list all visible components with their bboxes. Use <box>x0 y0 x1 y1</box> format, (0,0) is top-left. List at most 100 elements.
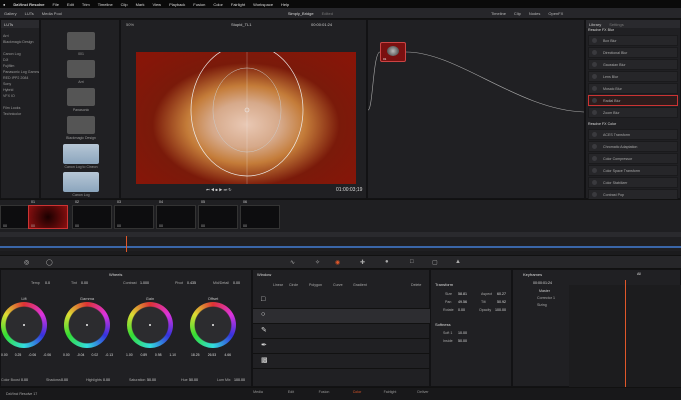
menu-fusion[interactable]: Fusion <box>193 2 205 7</box>
key-icon[interactable]: □ <box>410 259 414 265</box>
menu-file[interactable]: File <box>52 2 58 7</box>
tracker-icon[interactable]: ✚ <box>360 259 365 266</box>
mini-timeline[interactable] <box>0 232 681 237</box>
curves-icon[interactable]: ∿ <box>290 259 295 266</box>
color-wheels-icon[interactable]: ◎ <box>24 259 29 266</box>
fx-item[interactable]: Box Blur <box>588 35 678 46</box>
master-track[interactable]: Master <box>539 289 550 293</box>
timeline-bar[interactable] <box>0 246 681 248</box>
tab-color[interactable]: Color <box>342 390 372 394</box>
inside-value[interactable]: 50.00 <box>458 339 467 343</box>
size-value[interactable]: 58.81 <box>458 292 467 296</box>
middetail-value[interactable]: 0.00 <box>233 281 240 285</box>
offset-wheel[interactable] <box>190 302 236 348</box>
lut-preview-thumb[interactable] <box>63 172 99 192</box>
zoom-level[interactable]: 50% <box>126 22 134 27</box>
qualifier-icon[interactable]: ✧ <box>315 259 320 266</box>
app-menu[interactable]: DaVinci Resolve <box>13 2 44 7</box>
menu-color[interactable]: Color <box>213 2 223 7</box>
keyframe-playhead[interactable] <box>625 280 626 388</box>
curve-tool[interactable]: Curve <box>333 283 343 287</box>
soft1-value[interactable]: 10.00 <box>458 331 467 335</box>
menu-clip[interactable]: Clip <box>121 2 128 7</box>
fx-item[interactable]: Directional Blur <box>588 47 678 58</box>
folder-icon[interactable] <box>67 32 95 50</box>
gradient-tool[interactable]: Gradient <box>353 283 367 287</box>
clip-button[interactable]: Clip <box>514 11 521 16</box>
timeline-button[interactable]: Timeline <box>491 11 506 16</box>
aspect-value[interactable]: 60.27 <box>497 292 506 296</box>
clip-thumbnail[interactable]: 03 00 <box>114 200 154 229</box>
tab-deliver[interactable]: Deliver <box>408 390 438 394</box>
menu-fairlight[interactable]: Fairlight <box>231 2 245 7</box>
menu-trim[interactable]: Trim <box>82 2 90 7</box>
tilt-value[interactable]: 50.92 <box>497 300 506 304</box>
saturation-value[interactable]: 50.00 <box>147 378 156 382</box>
menu-edit[interactable]: Edit <box>67 2 74 7</box>
playhead[interactable] <box>126 236 127 252</box>
colorboost-value[interactable]: 0.00 <box>21 378 28 382</box>
lift-wheel[interactable] <box>1 302 47 348</box>
window-icon[interactable]: ◉ <box>335 259 340 266</box>
clip-thumbnail[interactable]: 02 00 <box>72 200 112 229</box>
folder-icon[interactable] <box>67 60 95 78</box>
tab-fairlight[interactable]: Fairlight <box>375 390 405 394</box>
lut-button[interactable]: LUTs <box>25 11 34 16</box>
sizing-icon[interactable]: ▢ <box>432 259 438 266</box>
media-pool-button[interactable]: Media Pool <box>42 11 62 16</box>
temp-value[interactable]: 0.0 <box>45 281 50 285</box>
fx-item[interactable]: ACES Transform <box>588 129 678 140</box>
sizing-track[interactable]: Sizing <box>537 303 547 307</box>
menu-timeline[interactable]: Timeline <box>98 2 113 7</box>
fx-item[interactable]: Lens Blur <box>588 71 678 82</box>
fx-item[interactable]: Color Space Transform <box>588 165 678 176</box>
gain-wheel[interactable] <box>127 302 173 348</box>
opacity-value[interactable]: 100.00 <box>495 308 506 312</box>
highlights-value[interactable]: 0.00 <box>103 378 110 382</box>
fx-item[interactable]: Gaussian Blur <box>588 59 678 70</box>
clip-thumbnail[interactable]: 05 00 <box>198 200 238 229</box>
menu-playback[interactable]: Playback <box>169 2 185 7</box>
tab-library[interactable]: Library <box>589 22 601 27</box>
rotate-value[interactable]: 0.00 <box>458 308 465 312</box>
menu-mark[interactable]: Mark <box>136 2 145 7</box>
nodes-button[interactable]: Nodes <box>529 11 541 16</box>
keyframe-filter[interactable]: All <box>637 272 641 276</box>
fx-item[interactable]: Zoom Blur <box>588 107 678 118</box>
clip-thumbnail-selected[interactable]: 01 00 <box>28 200 68 229</box>
lut-tree-item[interactable]: Technicolor <box>1 112 39 118</box>
viewer-image[interactable] <box>136 43 356 184</box>
openfx-button[interactable]: OpenFX <box>548 11 563 16</box>
blur-icon[interactable]: ● <box>385 259 389 265</box>
fx-item[interactable]: Color Compressor <box>588 153 678 164</box>
tint-value[interactable]: 0.00 <box>81 281 88 285</box>
pivot-value[interactable]: 0.435 <box>187 281 196 285</box>
window-row[interactable]: ▩ <box>253 354 431 369</box>
menu-help[interactable]: Help <box>281 2 289 7</box>
power-window-overlay[interactable] <box>136 43 356 184</box>
fx-item-selected[interactable]: Radial Blur <box>588 95 678 106</box>
window-row[interactable]: □ <box>253 294 431 309</box>
tab-media[interactable]: Media <box>243 390 273 394</box>
primaries-icon[interactable]: ◯ <box>46 259 53 266</box>
contrast-value[interactable]: 1.000 <box>140 281 149 285</box>
tab-edit[interactable]: Edit <box>276 390 306 394</box>
delete-button[interactable]: Delete <box>411 283 421 287</box>
folder-icon[interactable] <box>67 88 95 106</box>
fx-item[interactable]: Mosaic Blur <box>588 83 678 94</box>
transport-controls[interactable]: ⏮ ◀ ■ ▶ ⏭ ↻ <box>206 187 232 192</box>
3d-icon[interactable]: ▲ <box>455 259 461 265</box>
lut-preview-thumb[interactable] <box>63 144 99 164</box>
pan-value[interactable]: 49.56 <box>458 300 467 304</box>
apple-icon[interactable]: ● <box>3 2 5 7</box>
corrector-track[interactable]: Corrector 1 <box>537 296 555 300</box>
folder-icon[interactable] <box>67 116 95 134</box>
clip-thumbnail[interactable]: 06 00 <box>240 200 280 229</box>
window-row[interactable]: ✎ <box>253 324 431 339</box>
polygon-tool[interactable]: Polygon <box>309 283 322 287</box>
window-row[interactable]: ✒ <box>253 339 431 354</box>
shadows-value[interactable]: 0.00 <box>61 378 68 382</box>
fx-item[interactable]: Chromatic Adaptation <box>588 141 678 152</box>
tab-settings[interactable]: Settings <box>609 22 623 27</box>
fx-item[interactable]: Color Stabilizer <box>588 177 678 188</box>
